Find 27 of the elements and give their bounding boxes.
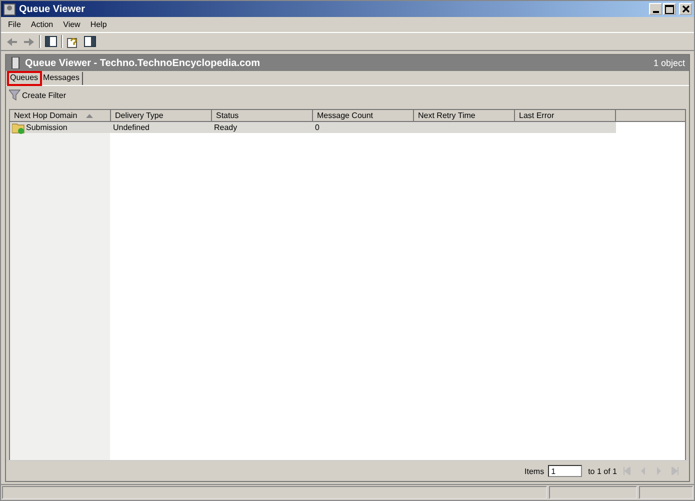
menu-item[interactable]: File <box>4 20 25 29</box>
table-row[interactable]: Submission Undefined Ready 0 <box>10 122 616 133</box>
console-tree-button[interactable] <box>44 35 58 48</box>
create-filter-button[interactable]: Create Filter <box>9 89 66 101</box>
close-button[interactable] <box>679 3 692 15</box>
table-cell: Undefined <box>113 123 150 132</box>
tab[interactable]: Queues <box>8 72 42 85</box>
items-label: Items <box>524 466 544 476</box>
menu-item[interactable]: Help <box>86 20 111 29</box>
menu-item[interactable]: Action <box>26 20 58 29</box>
table-cell: Submission <box>26 123 68 132</box>
window-title: Queue Viewer <box>19 4 86 14</box>
app-icon <box>3 2 16 16</box>
range-label: to 1 of 1 <box>588 466 617 476</box>
queue-folder-icon <box>12 122 25 134</box>
menu-item[interactable]: View <box>59 20 84 29</box>
minimize-button[interactable] <box>649 3 662 15</box>
maximize-button[interactable] <box>663 3 676 15</box>
table-cell: 0 <box>315 123 320 132</box>
filter-icon <box>9 89 21 101</box>
panel-title: Queue Viewer - Techno.TechnoEncyclopedia.com <box>25 58 262 68</box>
table-cell: Ready <box>214 123 238 132</box>
tab[interactable]: Messages <box>41 72 82 85</box>
server-icon <box>10 57 21 69</box>
items-field[interactable]: 1 <box>548 465 582 477</box>
object-count: 1 object <box>653 58 685 68</box>
action-pane-button[interactable] <box>83 35 97 48</box>
